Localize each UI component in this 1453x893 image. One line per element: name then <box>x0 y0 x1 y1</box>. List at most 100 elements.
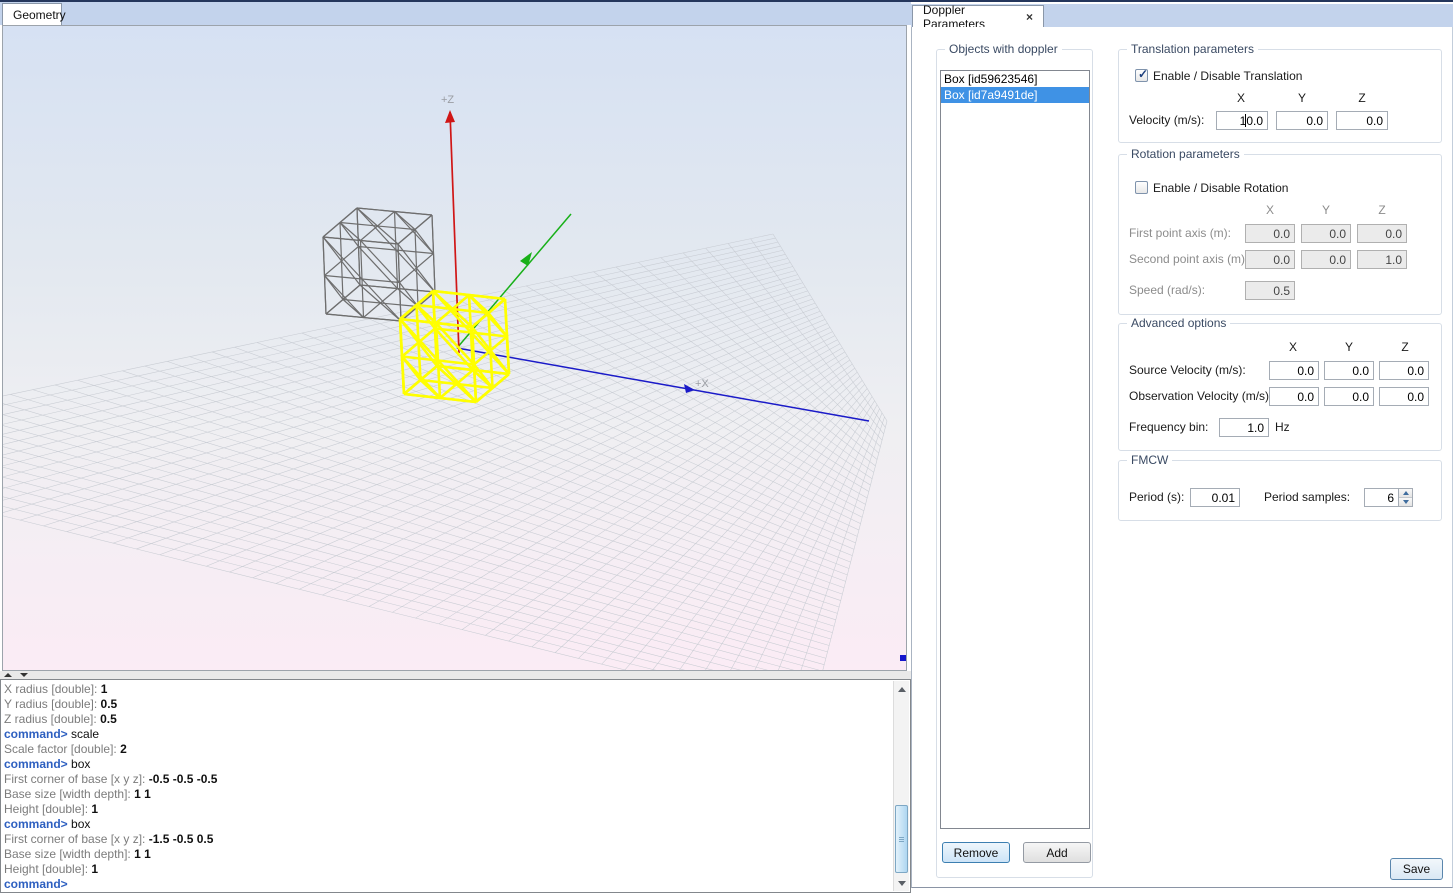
advanced-group-title: Advanced options <box>1127 316 1230 330</box>
enable-rotation-checkbox[interactable] <box>1135 181 1148 194</box>
spinner-down-icon[interactable] <box>1399 497 1412 506</box>
second-point-axis-label: Second point axis (m): <box>1129 252 1248 266</box>
objects-list[interactable]: Box [id59623546] Box [id7a9491de] <box>940 70 1090 829</box>
translation-parameters-group: Translation parameters ✓ Enable / Disabl… <box>1118 49 1442 143</box>
console-line: Base size [width depth]: 1 1 <box>4 847 890 862</box>
list-item[interactable]: Box [id7a9491de] <box>941 87 1089 103</box>
console-line: command> box <box>4 817 890 832</box>
console-line: command> <box>4 877 890 892</box>
first-point-x-field: 0.0 <box>1245 224 1295 243</box>
source-velocity-label: Source Velocity (m/s): <box>1129 363 1246 377</box>
viewport-console-splitter[interactable] <box>0 671 911 679</box>
console-line: X radius [double]: 1 <box>4 682 890 697</box>
console-output: X radius [double]: 1 Y radius [double]: … <box>4 682 890 892</box>
objects-group-title: Objects with doppler <box>945 42 1062 56</box>
first-point-z-field: 0.0 <box>1357 224 1407 243</box>
console-line: command> scale <box>4 727 890 742</box>
console-line: Height [double]: 1 <box>4 862 890 877</box>
viewport-corner-marker <box>900 655 906 661</box>
tab-geometry-label: Geometry <box>13 8 66 22</box>
remove-button[interactable]: Remove <box>942 842 1010 863</box>
enable-translation-label: Enable / Disable Translation <box>1153 69 1302 83</box>
save-button[interactable]: Save <box>1390 858 1443 880</box>
list-item[interactable]: Box [id59623546] <box>941 71 1089 87</box>
observation-velocity-x-field[interactable]: 0.0 <box>1269 387 1319 406</box>
close-icon[interactable]: × <box>1026 10 1033 24</box>
enable-rotation-label: Enable / Disable Rotation <box>1153 181 1288 195</box>
rotation-parameters-group: Rotation parameters Enable / Disable Rot… <box>1118 154 1442 315</box>
source-velocity-x-field[interactable]: 0.0 <box>1269 361 1319 380</box>
source-velocity-z-field[interactable]: 0.0 <box>1379 361 1429 380</box>
3d-viewport[interactable]: +Z +X <box>2 25 907 671</box>
speed-field: 0.5 <box>1245 281 1295 300</box>
axis-label-z: +Z <box>441 94 454 106</box>
second-point-x-field: 0.0 <box>1245 250 1295 269</box>
tab-doppler-parameters[interactable]: Doppler Parameters × <box>912 5 1044 27</box>
frequency-bin-unit: Hz <box>1275 420 1290 434</box>
console-line: Base size [width depth]: 1 1 <box>4 787 890 802</box>
col-header-y: Y <box>1316 203 1336 217</box>
rotation-group-title: Rotation parameters <box>1127 147 1244 161</box>
console-line: First corner of base [x y z]: -1.5 -0.5 … <box>4 832 890 847</box>
col-header-x: X <box>1260 203 1280 217</box>
scrollbar-up-icon[interactable] <box>894 681 909 697</box>
tab-geometry[interactable]: Geometry <box>2 3 62 25</box>
velocity-z-field[interactable]: 0.0 <box>1336 111 1388 130</box>
period-samples-spinner[interactable]: 6 <box>1364 488 1413 507</box>
console-line: First corner of base [x y z]: -0.5 -0.5 … <box>4 772 890 787</box>
doppler-parameters-panel: Objects with doppler Box [id59623546] Bo… <box>911 27 1453 888</box>
source-velocity-y-field[interactable]: 0.0 <box>1324 361 1374 380</box>
console-line: Scale factor [double]: 2 <box>4 742 890 757</box>
console-line: Height [double]: 1 <box>4 802 890 817</box>
velocity-y-field[interactable]: 0.0 <box>1276 111 1328 130</box>
period-samples-label: Period samples: <box>1264 490 1350 504</box>
col-header-x: X <box>1231 91 1251 105</box>
col-header-y: Y <box>1292 91 1312 105</box>
add-button[interactable]: Add <box>1023 842 1091 863</box>
command-console[interactable]: X radius [double]: 1 Y radius [double]: … <box>0 679 911 893</box>
check-icon: ✓ <box>1138 68 1148 81</box>
objects-with-doppler-group: Objects with doppler Box [id59623546] Bo… <box>936 49 1093 878</box>
enable-translation-checkbox[interactable]: ✓ <box>1135 69 1148 82</box>
second-point-z-field: 1.0 <box>1357 250 1407 269</box>
velocity-x-field[interactable]: 10.0 <box>1216 111 1268 130</box>
first-point-y-field: 0.0 <box>1301 224 1351 243</box>
console-scrollbar[interactable] <box>893 681 909 891</box>
splitter-collapse-up-icon[interactable] <box>4 673 12 677</box>
observation-velocity-label: Observation Velocity (m/s): <box>1129 389 1272 403</box>
col-header-z: Z <box>1352 91 1372 105</box>
scrollbar-down-icon[interactable] <box>894 875 909 891</box>
frequency-bin-field[interactable]: 1.0 <box>1219 418 1269 437</box>
left-tab-bar: Geometry <box>0 2 911 25</box>
console-line: Z radius [double]: 0.5 <box>4 712 890 727</box>
axis-label-x: +X <box>695 378 709 390</box>
velocity-label: Velocity (m/s): <box>1129 113 1204 127</box>
scrollbar-thumb[interactable] <box>895 805 908 873</box>
doppler-pane: Doppler Parameters × Objects with dopple… <box>911 4 1453 893</box>
col-header-z: Z <box>1372 203 1392 217</box>
splitter-collapse-down-icon[interactable] <box>20 673 28 677</box>
text-caret <box>1245 114 1246 127</box>
console-line: Y radius [double]: 0.5 <box>4 697 890 712</box>
col-header-x: X <box>1283 340 1303 354</box>
col-header-z: Z <box>1395 340 1415 354</box>
right-tab-bar: Doppler Parameters × <box>911 4 1453 27</box>
3d-scene-canvas <box>3 26 906 670</box>
observation-velocity-z-field[interactable]: 0.0 <box>1379 387 1429 406</box>
second-point-y-field: 0.0 <box>1301 250 1351 269</box>
spinner-up-icon[interactable] <box>1399 489 1412 497</box>
advanced-options-group: Advanced options X Y Z Source Velocity (… <box>1118 323 1442 451</box>
frequency-bin-label: Frequency bin: <box>1129 420 1208 434</box>
col-header-y: Y <box>1339 340 1359 354</box>
period-samples-value[interactable]: 6 <box>1364 488 1398 507</box>
speed-label: Speed (rad/s): <box>1129 283 1205 297</box>
period-label: Period (s): <box>1129 490 1184 504</box>
spinner-buttons <box>1398 488 1413 507</box>
observation-velocity-y-field[interactable]: 0.0 <box>1324 387 1374 406</box>
console-line: command> box <box>4 757 890 772</box>
period-field[interactable]: 0.01 <box>1190 488 1240 507</box>
fmcw-group-title: FMCW <box>1127 453 1172 467</box>
geometry-pane: Geometry +Z +X X radius [double]: 1 Y ra… <box>0 2 911 893</box>
first-point-axis-label: First point axis (m): <box>1129 226 1231 240</box>
fmcw-group: FMCW Period (s): 0.01 Period samples: 6 <box>1118 460 1442 521</box>
